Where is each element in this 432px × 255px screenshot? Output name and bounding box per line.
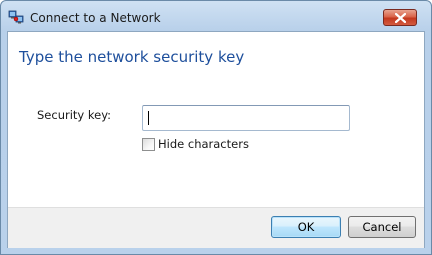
security-key-label: Security key: [37,108,112,122]
text-caret [148,111,149,125]
close-icon [395,13,406,23]
ok-button[interactable]: OK [271,216,341,238]
page-heading: Type the network security key [19,48,245,66]
dialog-window: Connect to a Network Type the network se… [0,0,432,255]
window-title: Connect to a Network [30,11,161,25]
button-bar: OK Cancel [8,207,424,248]
close-button[interactable] [383,9,417,26]
security-key-input[interactable] [142,105,350,131]
hide-characters-checkbox[interactable] [142,138,155,151]
cancel-button[interactable]: Cancel [348,216,416,238]
network-connect-icon [8,9,24,24]
dialog-content: Type the network security key Security k… [7,31,425,248]
hide-characters-label[interactable]: Hide characters [158,137,249,151]
title-bar[interactable]: Connect to a Network [1,1,431,31]
